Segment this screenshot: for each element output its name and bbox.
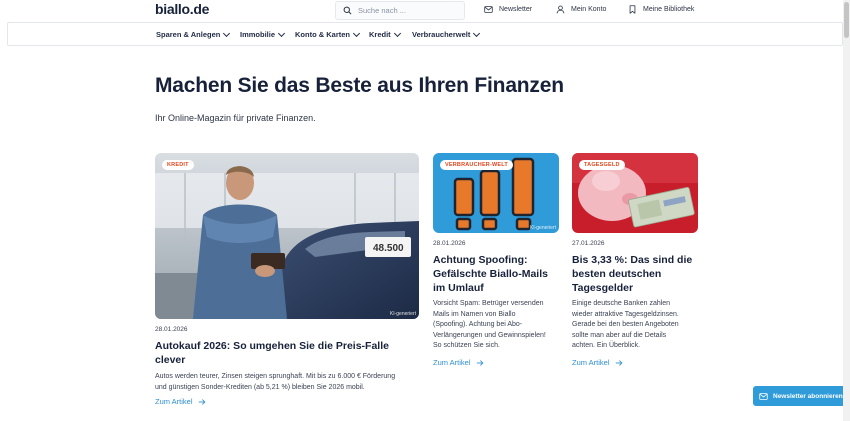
category-badge: VERBRAUCHER-WELT	[440, 160, 513, 170]
article-title-line: clever	[155, 354, 186, 366]
article-teaser-line: sollte man aber auf die Details	[572, 331, 667, 339]
article-title-line: Bis 3,33 %: Das sind die	[572, 254, 693, 266]
article-date: 28.01.2026	[433, 240, 466, 247]
search-placeholder: Suche nach ...	[358, 6, 406, 15]
image-credit: KI-generiert	[529, 225, 556, 231]
article-teaser-line: Autos werden teurer, Zinsen steigen spru…	[155, 373, 396, 380]
image-credit: KI-generiert	[389, 311, 416, 317]
chevron-down-icon	[393, 29, 401, 37]
article-teaser-line: Mails im Namen von Biallo	[433, 310, 516, 318]
newsletter-link[interactable]: Newsletter	[484, 5, 532, 14]
article-teaser-line: wieder attraktive Tagesgeldzinsen.	[572, 310, 679, 318]
nav-item-immobilie[interactable]: Immobilie	[240, 29, 286, 39]
page-title: Machen Sie das Beste aus Ihren Finanzen	[155, 74, 564, 97]
read-more-label: Zum Artikel	[572, 358, 610, 367]
article-date: 28.01.2026	[155, 326, 188, 333]
nav-item-label: Verbraucherwelt	[412, 30, 471, 39]
chevron-down-icon	[352, 29, 361, 37]
article-title-line: Achtung Spoofing:	[433, 254, 528, 266]
article-title[interactable]: Achtung Spoofing: Gefälschte Biallo-Mail…	[433, 253, 568, 295]
article-teaser-line: Gerade bei den besten Angeboten	[572, 321, 679, 328]
newsletter-subscribe-label: Newsletter abonnieren	[773, 392, 843, 400]
nav-item-kredit[interactable]: Kredit	[369, 29, 401, 39]
article-image-spoofing[interactable]: VERBRAUCHER-WELT KI-generiert	[433, 153, 559, 233]
article-title[interactable]: Bis 3,33 %: Das sind die besten deutsche…	[572, 253, 707, 295]
article-title-line: Gefälschte Biallo-Mails	[433, 268, 548, 280]
account-link-label: Mein Konto	[571, 6, 607, 13]
article-teaser-line: So schützen Sie sich.	[433, 342, 500, 349]
arrow-right-icon	[476, 359, 483, 366]
chevron-down-icon	[223, 29, 231, 37]
arrow-right-icon	[198, 398, 205, 405]
article-teaser-line: (Spoofing). Achtung bei Abo-	[433, 321, 523, 328]
nav-item-label: Immobilie	[240, 30, 276, 39]
library-link[interactable]: Meine Bibliothek	[628, 5, 694, 14]
car-showroom-image: 48.500	[155, 153, 419, 319]
library-link-label: Meine Bibliothek	[643, 6, 695, 13]
mail-icon	[484, 6, 493, 13]
article-teaser-line: Verlängerungen und Gewinnspielen!	[433, 331, 546, 339]
nav-item-label: Kredit	[369, 30, 391, 39]
article-teaser-line: Vorsicht Spam: Betrüger versenden	[433, 300, 544, 307]
article-teaser-line: Einige deutsche Banken zahlen	[572, 300, 671, 307]
read-more-link[interactable]: Zum Artikel	[433, 358, 484, 367]
nav-item-sparen-anlegen[interactable]: Sparen & Anlegen	[156, 29, 231, 39]
category-badge: KREDIT	[162, 160, 194, 170]
scrollbar-thumb[interactable]	[844, 2, 849, 38]
main-navigation: Sparen & Anlegen Immobilie Konto & Karte…	[7, 22, 843, 46]
read-more-link[interactable]: Zum Artikel	[155, 397, 206, 406]
article-title[interactable]: Autokauf 2026: So umgehen Sie die Preis-…	[155, 339, 419, 367]
article-title-line: Autokauf 2026: So umgehen Sie die Preis-…	[155, 340, 389, 352]
account-link[interactable]: Mein Konto	[556, 5, 606, 14]
article-image-tagesgeld[interactable]: TAGESGELD	[572, 153, 698, 233]
article-teaser: Vorsicht Spam: Betrüger versenden Mails …	[433, 299, 568, 352]
page-scrollbar[interactable]	[843, 0, 850, 421]
read-more-label: Zum Artikel	[155, 397, 193, 406]
page-subtitle: Ihr Online-Magazin für private Finanzen.	[155, 113, 316, 123]
read-more-link[interactable]: Zum Artikel	[572, 358, 623, 367]
nav-item-label: Sparen & Anlegen	[156, 30, 221, 39]
search-icon	[343, 6, 352, 15]
search-input[interactable]: Suche nach ...	[335, 1, 465, 20]
article-teaser-line: achten. Ein Überblick.	[572, 342, 641, 349]
mail-icon	[759, 392, 768, 400]
article-title-line: Tagesgelder	[572, 282, 634, 294]
bookmark-icon	[629, 5, 636, 14]
article-teaser: Autos werden teurer, Zinsen steigen spru…	[155, 372, 425, 393]
category-badge: TAGESGELD	[579, 160, 625, 170]
article-title-line: besten deutschen	[572, 268, 662, 280]
site-logo[interactable]: biallo.de	[155, 1, 209, 17]
price-sign-text: 48.500	[373, 243, 404, 254]
article-date: 27.01.2026	[572, 240, 605, 247]
article-title-line: im Umlauf	[433, 282, 484, 294]
arrow-right-icon	[615, 359, 622, 366]
article-teaser-line: und günstigen Sonder-Krediten (ab 5,21 %…	[155, 383, 365, 391]
nav-item-label: Konto & Karten	[295, 30, 350, 39]
user-icon	[556, 5, 565, 14]
site-header: biallo.de Suche nach ... Newsletter Mein…	[0, 0, 850, 22]
newsletter-subscribe-button[interactable]: Newsletter abonnieren	[753, 386, 846, 406]
newsletter-link-label: Newsletter	[499, 6, 533, 13]
chevron-down-icon	[277, 29, 286, 37]
chevron-down-icon	[473, 29, 481, 37]
article-image-autokauf[interactable]: 48.500 KREDIT KI-generiert	[155, 153, 419, 319]
nav-item-verbraucherwelt[interactable]: Verbraucherwelt	[412, 29, 481, 39]
nav-item-konto-karten[interactable]: Konto & Karten	[295, 29, 361, 39]
article-teaser: Einige deutsche Banken zahlen wieder att…	[572, 299, 707, 352]
read-more-label: Zum Artikel	[433, 358, 471, 367]
